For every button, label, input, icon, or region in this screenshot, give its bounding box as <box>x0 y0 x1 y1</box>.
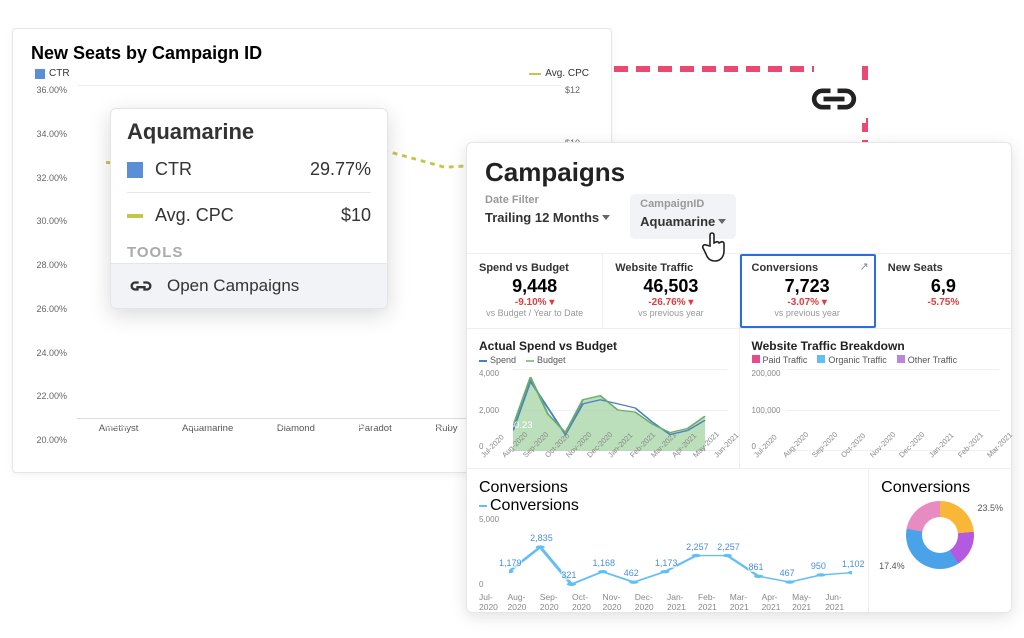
mini-chart-legend: Spend Budget <box>479 355 727 365</box>
tooltip-ctr-row: CTR 29.77% <box>111 151 387 188</box>
kpi-card[interactable]: ↗Conversions7,723-3.07% ▾vs previous yea… <box>740 254 876 328</box>
open-campaigns-button[interactable]: Open Campaigns <box>111 263 387 308</box>
chart-title: New Seats by Campaign ID <box>31 43 593 64</box>
tooltip-popover: Aquamarine CTR 29.77% Avg. CPC $10 TOOLS… <box>110 108 388 309</box>
chevron-down-icon <box>718 219 726 224</box>
campaigns-title: Campaigns <box>485 157 993 188</box>
tooltip-title: Aquamarine <box>111 109 387 151</box>
link-icon <box>802 80 866 123</box>
conversions-row: Conversions Conversions 5,0000 1,1792,83… <box>467 468 1011 612</box>
tooltip-cpc-row: Avg. CPC $10 <box>111 197 387 234</box>
kpi-card[interactable]: Spend vs Budget9,448-9.10% ▾vs Budget / … <box>467 254 603 328</box>
mini-chart-title: Actual Spend vs Budget <box>479 339 727 353</box>
campaigns-dashboard-panel: Campaigns Date Filter Trailing 12 Months… <box>466 142 1012 613</box>
chart-legend: CTR Avg. CPC <box>31 68 593 85</box>
filter-bar: Date Filter Trailing 12 Months CampaignI… <box>485 194 993 239</box>
traffic-breakdown-chart[interactable]: Website Traffic Breakdown Paid Traffic O… <box>740 329 1012 468</box>
legend-ctr: CTR <box>35 68 70 79</box>
chevron-down-icon <box>602 215 610 220</box>
kpi-card[interactable]: New Seats6,9-5.75% <box>876 254 1011 328</box>
legend-avg-cpc: Avg. CPC <box>529 68 589 79</box>
mini-chart-title: Website Traffic Breakdown <box>752 339 1000 353</box>
mini-charts-row: Actual Spend vs Budget Spend Budget 4,00… <box>467 328 1011 468</box>
donut-chart <box>906 501 974 569</box>
connector-line <box>614 66 814 72</box>
mini-chart-title: Conversions <box>479 479 856 497</box>
conversions-donut-chart[interactable]: Conversions 23.5% 17.4% <box>869 469 1011 612</box>
actual-vs-budget-chart[interactable]: Actual Spend vs Budget Spend Budget 4,00… <box>467 329 740 468</box>
link-icon <box>127 277 155 295</box>
date-filter[interactable]: Date Filter Trailing 12 Months <box>485 194 610 239</box>
conversions-line-chart[interactable]: Conversions Conversions 5,0000 1,1792,83… <box>467 469 869 612</box>
mini-chart-title: Conversions <box>881 479 999 497</box>
pointer-cursor-icon <box>700 230 730 264</box>
open-campaigns-label: Open Campaigns <box>167 276 299 296</box>
kpi-card[interactable]: Website Traffic46,503-26.76% ▾vs previou… <box>603 254 739 328</box>
kpi-row: Spend vs Budget9,448-9.10% ▾vs Budget / … <box>467 253 1011 328</box>
cpc-swatch-icon <box>127 214 143 218</box>
y-axis-left: 36.00%34.00%32.00%30.00%28.00%26.00%24.0… <box>31 85 71 445</box>
expand-icon: ↗ <box>860 260 869 273</box>
ctr-swatch-icon <box>127 162 143 178</box>
mini-chart-legend: Paid Traffic Organic Traffic Other Traff… <box>752 355 1000 365</box>
tooltip-tools-label: TOOLS <box>111 234 387 263</box>
